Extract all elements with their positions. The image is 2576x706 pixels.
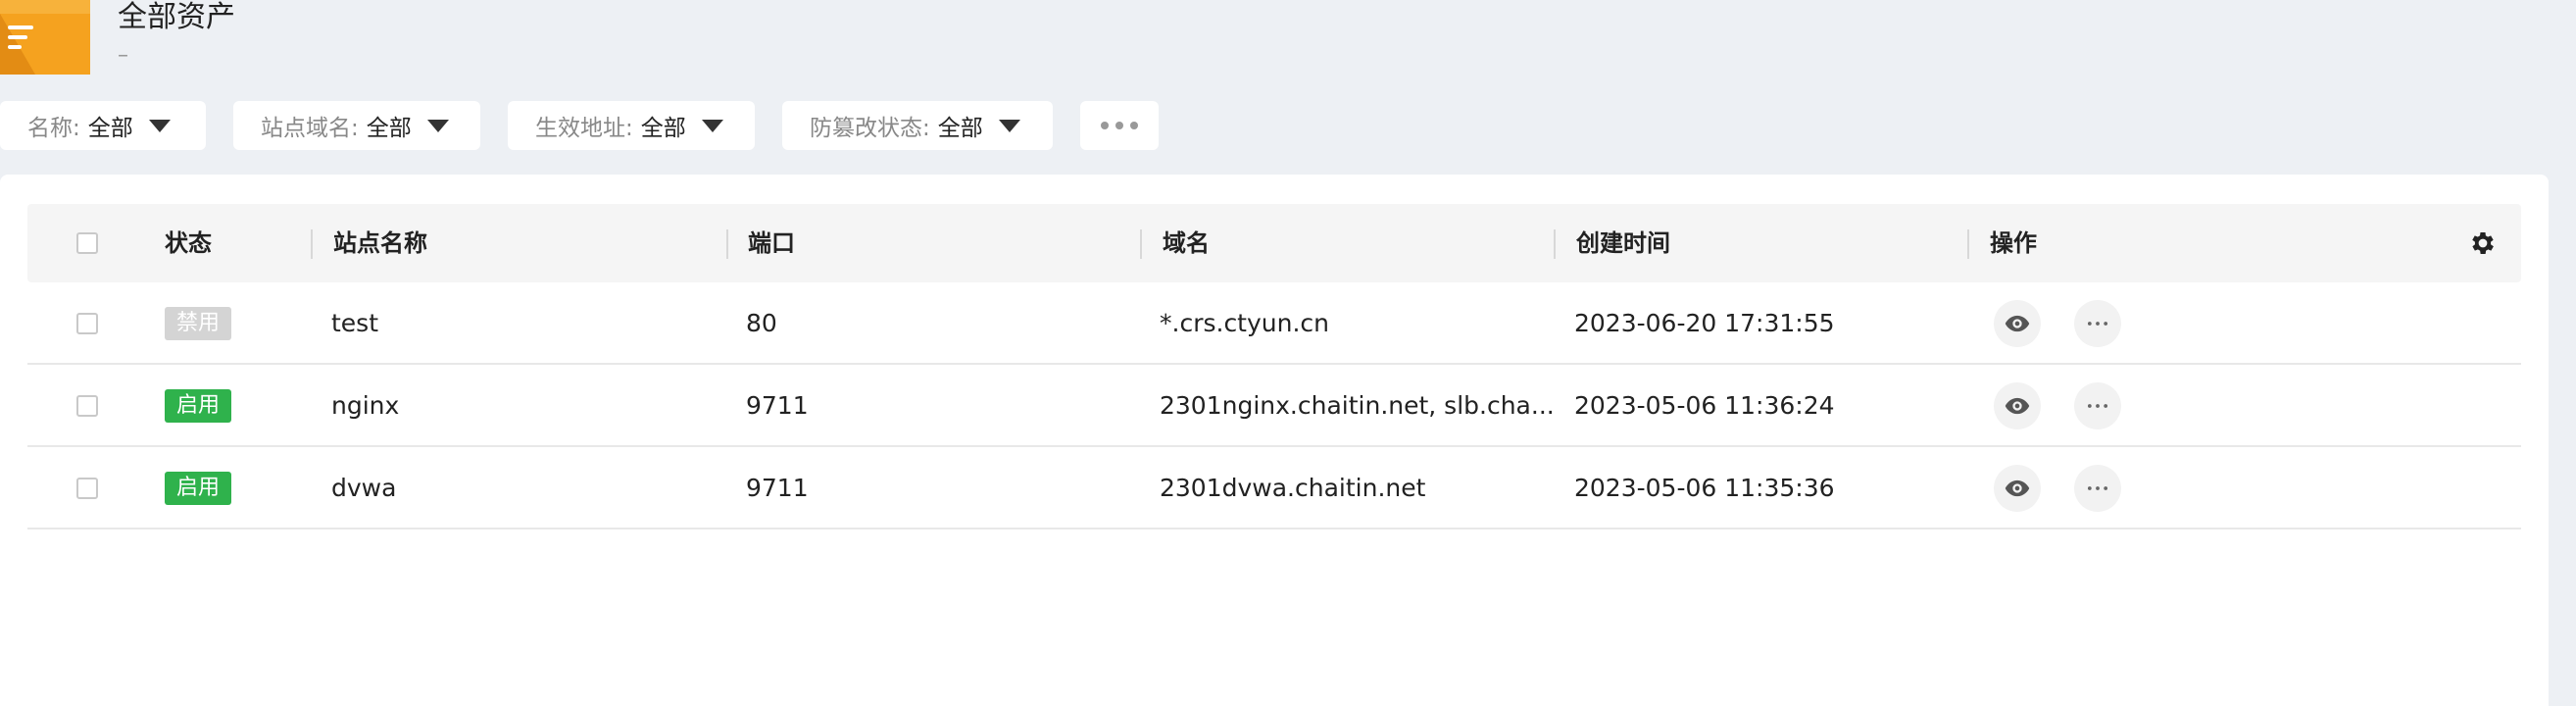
ellipsis-icon <box>2087 486 2108 490</box>
filter-tamper-status[interactable]: 防篡改状态: 全部 <box>782 101 1053 150</box>
column-status: 状态 <box>165 229 212 257</box>
column-created-time: 创建时间 <box>1576 229 1670 257</box>
folder-icon <box>0 0 90 75</box>
created-time-cell: 2023-06-20 17:31:55 <box>1574 309 1835 337</box>
filter-label: 名称: <box>27 116 80 141</box>
view-button[interactable] <box>1994 300 2041 347</box>
more-filters-button[interactable] <box>1080 101 1159 150</box>
column-site-name: 站点名称 <box>333 229 427 257</box>
page-title: 全部资产 <box>118 0 235 34</box>
port-cell: 80 <box>746 309 777 337</box>
select-all-checkbox[interactable] <box>76 232 98 254</box>
row-checkbox[interactable] <box>76 478 98 499</box>
asset-panel: 状态 站点名称 端口 域名 创建时间 操作 禁用 test 80 *.crs.c… <box>0 175 2549 706</box>
port-cell: 9711 <box>746 474 809 502</box>
row-checkbox[interactable] <box>76 313 98 334</box>
eye-icon <box>2005 479 2030 497</box>
gear-icon[interactable] <box>2468 228 2498 258</box>
filter-value: 全部 <box>366 116 412 141</box>
site-name-cell: nginx <box>331 391 400 420</box>
filter-value: 全部 <box>640 116 686 141</box>
domain-cell: 2301nginx.chaitin.net, slb.cha... <box>1160 391 1555 420</box>
status-badge: 禁用 <box>165 307 232 340</box>
caret-down-icon <box>998 119 1020 132</box>
site-name-cell: dvwa <box>331 474 397 502</box>
table-row: 启用 dvwa 9711 2301dvwa.chaitin.net 2023-0… <box>27 447 2521 530</box>
filter-bar: 名称: 全部 站点域名: 全部 生效地址: 全部 防篡改状态: 全部 <box>0 101 2576 150</box>
ellipsis-icon <box>2087 322 2108 326</box>
row-checkbox[interactable] <box>76 395 98 417</box>
status-badge: 启用 <box>165 389 232 423</box>
eye-icon <box>2005 397 2030 415</box>
table-header: 状态 站点名称 端口 域名 创建时间 操作 <box>27 204 2521 282</box>
domain-cell: 2301dvwa.chaitin.net <box>1160 474 1426 502</box>
caret-down-icon <box>426 119 449 132</box>
filter-effective-address[interactable]: 生效地址: 全部 <box>508 101 755 150</box>
port-cell: 9711 <box>746 391 809 420</box>
more-actions-button[interactable] <box>2074 300 2121 347</box>
filter-label: 站点域名: <box>261 116 359 141</box>
more-actions-button[interactable] <box>2074 465 2121 512</box>
asset-table: 状态 站点名称 端口 域名 创建时间 操作 禁用 test 80 *.crs.c… <box>27 204 2521 530</box>
filter-value: 全部 <box>87 116 133 141</box>
ellipsis-icon <box>2087 404 2108 408</box>
more-dots-icon <box>1101 122 1109 129</box>
page-header: 全部资产 – <box>0 0 2576 88</box>
created-time-cell: 2023-05-06 11:36:24 <box>1574 391 1835 420</box>
view-button[interactable] <box>1994 382 2041 429</box>
view-button[interactable] <box>1994 465 2041 512</box>
column-actions: 操作 <box>1990 229 2037 257</box>
created-time-cell: 2023-05-06 11:35:36 <box>1574 474 1835 502</box>
filter-label: 生效地址: <box>535 116 633 141</box>
column-port: 端口 <box>748 229 795 257</box>
eye-icon <box>2005 315 2030 332</box>
status-badge: 启用 <box>165 472 232 505</box>
filter-label: 防篡改状态: <box>810 116 930 141</box>
page-subtitle: – <box>118 43 128 68</box>
caret-down-icon <box>148 119 171 132</box>
site-name-cell: test <box>331 309 379 337</box>
caret-down-icon <box>701 119 723 132</box>
table-row: 启用 nginx 9711 2301nginx.chaitin.net, slb… <box>27 365 2521 447</box>
filter-value: 全部 <box>937 116 983 141</box>
domain-cell: *.crs.ctyun.cn <box>1160 309 1330 337</box>
filter-name[interactable]: 名称: 全部 <box>0 101 206 150</box>
filter-site-domain[interactable]: 站点域名: 全部 <box>233 101 480 150</box>
table-row: 禁用 test 80 *.crs.ctyun.cn 2023-06-20 17:… <box>27 282 2521 365</box>
column-domain: 域名 <box>1163 229 1210 257</box>
more-actions-button[interactable] <box>2074 382 2121 429</box>
